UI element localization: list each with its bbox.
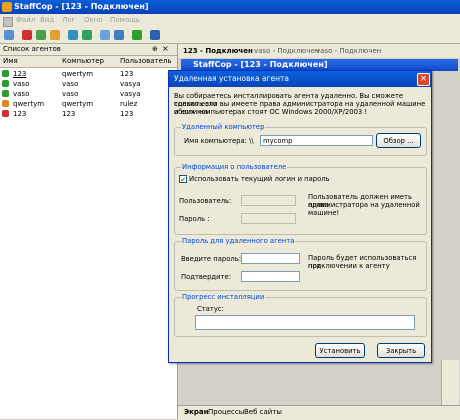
menu-file[interactable]: Файл bbox=[16, 16, 35, 24]
agent-status-icon bbox=[2, 110, 9, 117]
app-title: StaffCop - [123 - Подключен] bbox=[14, 2, 149, 11]
agents-column-header: Имя Компьютер Пользователь bbox=[0, 56, 177, 68]
agent-computer: vaso bbox=[62, 80, 79, 88]
pin-icon[interactable]: ⊕ bbox=[152, 45, 158, 53]
tab-processes[interactable]: Процессы bbox=[208, 408, 244, 416]
agent-name: 123 bbox=[13, 110, 27, 118]
col-computer[interactable]: Компьютер bbox=[62, 57, 104, 65]
save-icon[interactable] bbox=[150, 30, 160, 40]
agent-row[interactable]: qwertym qwertym rulez bbox=[0, 99, 177, 109]
install-progress-group-label: Прогресс инсталляции bbox=[181, 293, 266, 301]
agent-status-icon bbox=[2, 100, 9, 107]
agent-user: vasya bbox=[120, 80, 141, 88]
enter-password-label: Введите пароль: bbox=[181, 255, 241, 263]
tab-session-vaso-2[interactable]: vaso - Подключен bbox=[316, 47, 381, 55]
password-field[interactable] bbox=[241, 213, 296, 224]
sync-icon[interactable] bbox=[82, 30, 92, 40]
tab-websites[interactable]: Веб сайты bbox=[244, 408, 282, 416]
user-label: Пользователь: bbox=[179, 197, 232, 205]
menu-window[interactable]: Окно bbox=[84, 16, 103, 24]
add-agent-icon[interactable] bbox=[36, 30, 46, 40]
user-field[interactable] bbox=[241, 195, 296, 206]
refresh-icon[interactable] bbox=[68, 30, 78, 40]
user-info-group-label: Информация о пользователе bbox=[181, 163, 288, 171]
bottom-tabs: Экран Процессы Веб сайты bbox=[178, 405, 460, 420]
agent-row[interactable]: vaso vaso vasya bbox=[0, 79, 177, 89]
browse-button[interactable]: Обзор ... bbox=[376, 133, 421, 148]
menu-bar: Файл Вид Лог Окно Помощь bbox=[0, 14, 460, 27]
toolbar bbox=[0, 27, 460, 44]
tab-session-123[interactable]: 123 - Подключен bbox=[183, 47, 253, 55]
agent-computer: qwertym bbox=[62, 100, 94, 108]
password-note-line-2: подключении к агенту bbox=[308, 262, 390, 270]
enter-password-input[interactable] bbox=[241, 253, 300, 264]
agent-row[interactable]: 123 123 123 bbox=[0, 109, 177, 119]
agent-name: qwertym bbox=[13, 100, 45, 108]
user-note-line-3: машине! bbox=[308, 209, 340, 217]
panel-close-icon[interactable]: × bbox=[162, 44, 169, 53]
agent-computer: 123 bbox=[62, 110, 76, 118]
agent-user: vasya bbox=[120, 90, 141, 98]
computer-name-label: Имя компьютера: \\ bbox=[184, 137, 254, 145]
dialog-title-bar: Удаленная установка агента × bbox=[169, 71, 431, 87]
close-icon[interactable]: × bbox=[417, 73, 430, 86]
agent-user: rulez bbox=[120, 100, 138, 108]
tab-session-vaso-1[interactable]: vaso - Подключен bbox=[254, 47, 319, 55]
info-line-3: обоих компьютерах стоят ОС Windows 2000/… bbox=[174, 108, 368, 116]
agent-name: 123 bbox=[13, 70, 27, 78]
agent-status-icon bbox=[2, 70, 9, 77]
agent-computer: vaso bbox=[62, 90, 79, 98]
menu-view[interactable]: Вид bbox=[40, 16, 54, 24]
agents-panel-header: Список агентов ⊕ × bbox=[0, 44, 177, 56]
agent-computer: qwertym bbox=[62, 70, 94, 78]
agent-status-icon bbox=[2, 90, 9, 97]
computer-name-input[interactable]: mycomp bbox=[260, 135, 373, 146]
agent-user: 123 bbox=[120, 110, 134, 118]
background-window-title-text: StaffCop - [123 - Подключен] bbox=[193, 60, 328, 69]
agents-panel: Список агентов ⊕ × Имя Компьютер Пользов… bbox=[0, 44, 178, 419]
user-note-line-2: администратора на удаленной bbox=[308, 201, 420, 209]
status-label: Статус: bbox=[197, 305, 224, 313]
use-current-login-label: Использовать текущий логин и пароль bbox=[189, 175, 330, 183]
agent-password-group: Пароль для удаленного агента Введите пар… bbox=[174, 237, 427, 291]
install-button[interactable]: Установить bbox=[315, 343, 365, 358]
settings-icon[interactable] bbox=[114, 30, 124, 40]
password-label: Пароль : bbox=[179, 215, 210, 223]
close-button[interactable]: Закрыть bbox=[377, 343, 425, 358]
connect-icon[interactable] bbox=[4, 30, 14, 40]
screen-icon[interactable] bbox=[100, 30, 110, 40]
install-progress-group: Прогресс инсталляции Статус: bbox=[174, 293, 427, 337]
main-title-bar: StaffCop - [123 - Подключен] bbox=[0, 0, 460, 14]
delete-icon[interactable] bbox=[22, 30, 32, 40]
agent-status-icon bbox=[2, 80, 9, 87]
remote-install-dialog: Удаленная установка агента × Вы собирает… bbox=[168, 70, 432, 363]
tab-screen[interactable]: Экран bbox=[184, 408, 208, 416]
agent-user: 123 bbox=[120, 70, 134, 78]
agent-name: vaso bbox=[13, 80, 30, 88]
edit-agent-icon[interactable] bbox=[50, 30, 60, 40]
agent-row[interactable]: 123 qwertym 123 bbox=[0, 69, 177, 79]
status-field bbox=[195, 315, 415, 330]
menu-help[interactable]: Помощь bbox=[110, 16, 140, 24]
agent-password-group-label: Пароль для удаленного агента bbox=[181, 237, 296, 245]
dialog-title: Удаленная установка агента bbox=[174, 74, 290, 83]
agent-name: vaso bbox=[13, 90, 30, 98]
agents-panel-title: Список агентов bbox=[3, 45, 61, 53]
remote-computer-group-label: Удаленный компьютер bbox=[181, 123, 266, 131]
remote-computer-group: Удаленный компьютер Имя компьютера: \\ m… bbox=[174, 123, 427, 156]
right-scrollbar[interactable] bbox=[441, 360, 459, 405]
download-icon[interactable] bbox=[132, 30, 142, 40]
session-tabs: 123 - Подключен vaso - Подключен vaso - … bbox=[178, 44, 460, 58]
user-info-group: Информация о пользователе ✔ Использовать… bbox=[174, 163, 427, 235]
menu-log[interactable]: Лог bbox=[62, 16, 75, 24]
app-icon bbox=[2, 2, 12, 12]
agent-row[interactable]: vaso vaso vasya bbox=[0, 89, 177, 99]
confirm-password-input[interactable] bbox=[241, 271, 300, 282]
col-user[interactable]: Пользователь bbox=[120, 57, 172, 65]
col-name[interactable]: Имя bbox=[3, 57, 18, 65]
use-current-login-checkbox[interactable]: ✔ bbox=[179, 175, 187, 184]
menu-app-icon bbox=[3, 17, 13, 27]
confirm-password-label: Подтвердите: bbox=[181, 273, 231, 281]
